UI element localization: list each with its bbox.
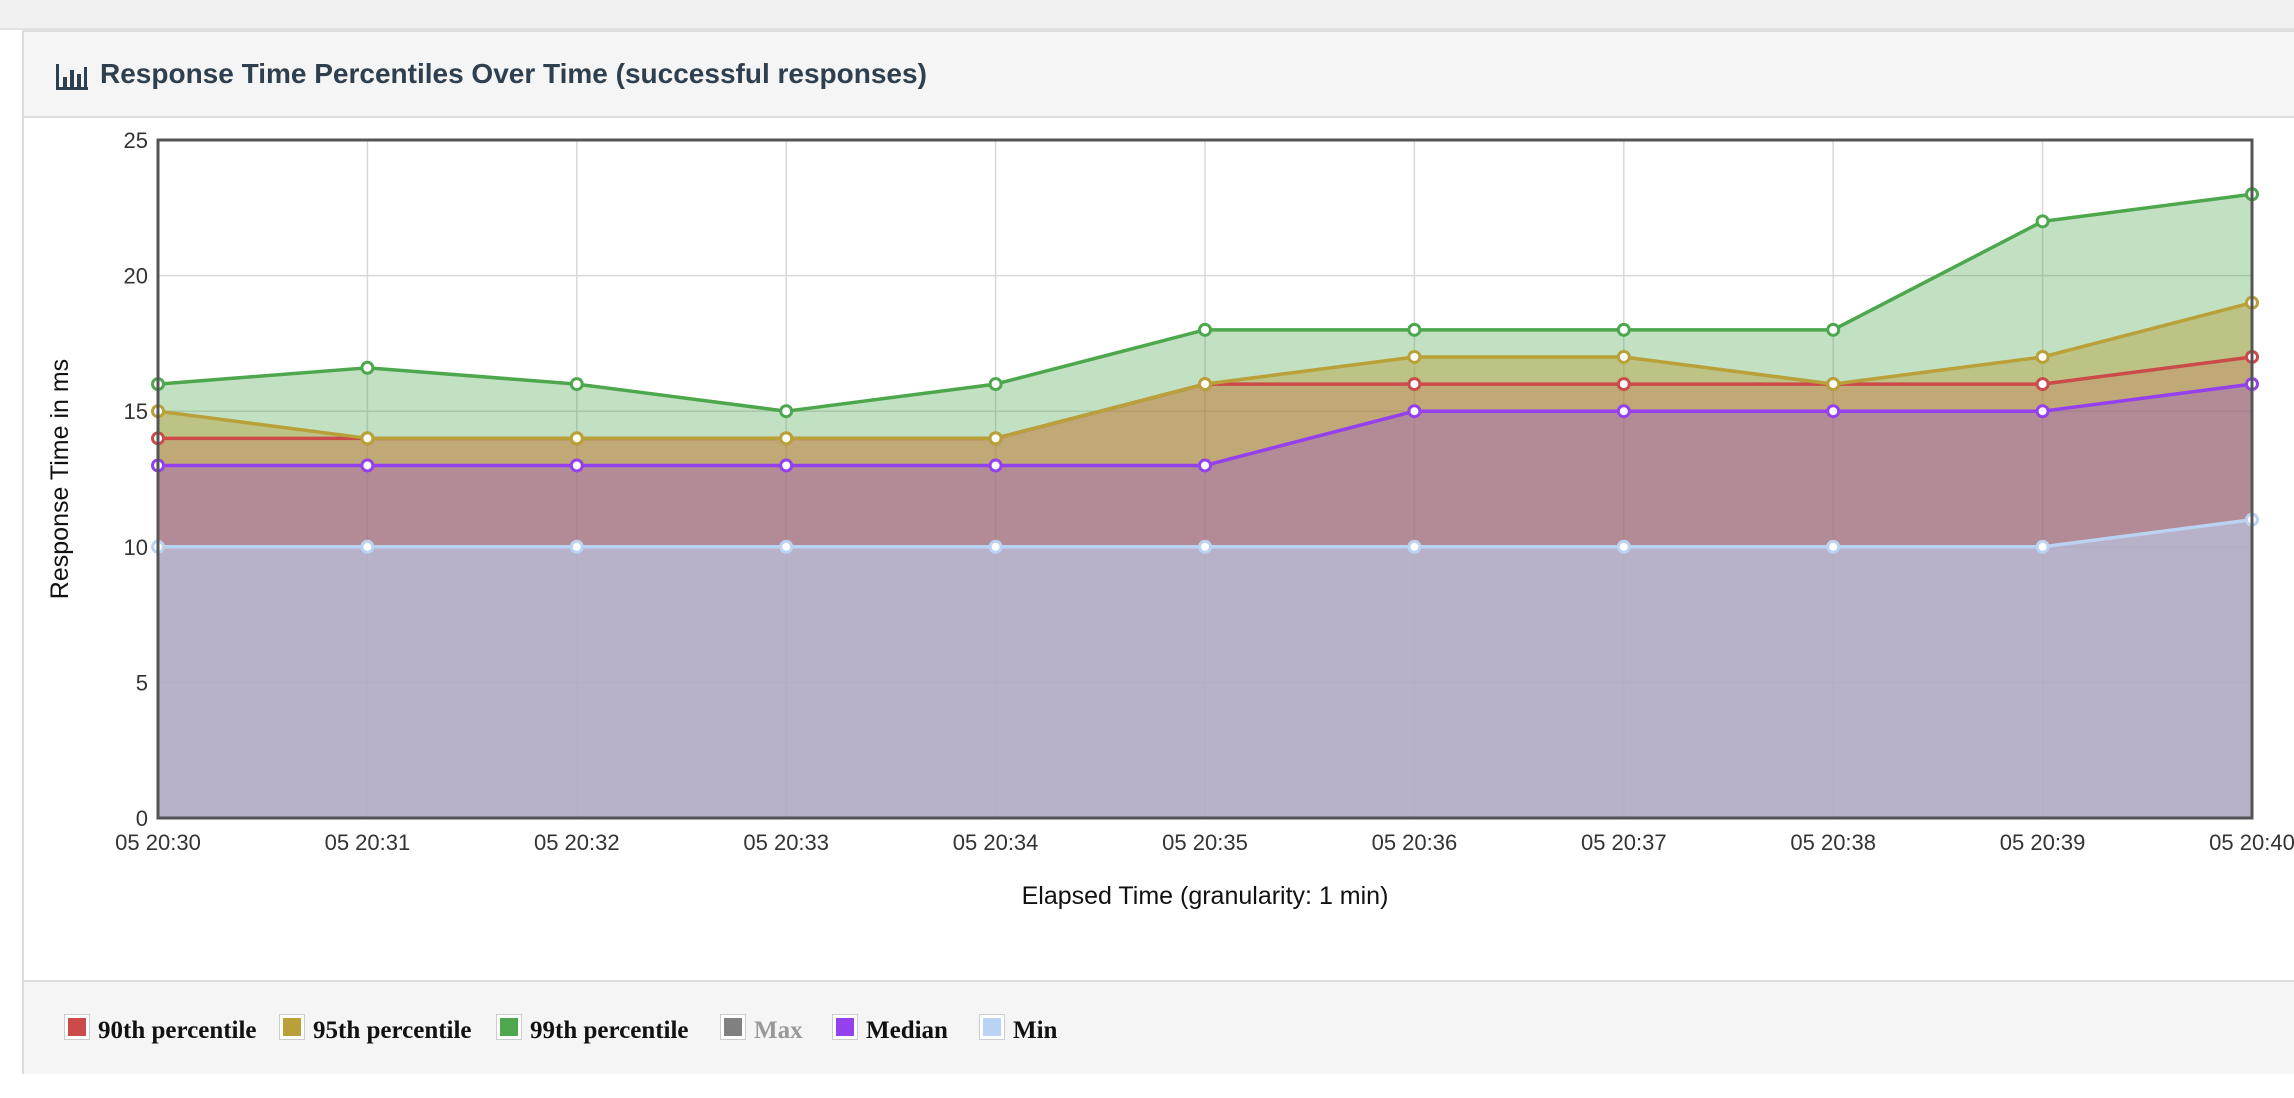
series-point-median-9 xyxy=(2035,404,2050,419)
x-tick-label-10: 05 20:40 xyxy=(2209,830,2294,855)
series-point-95th-percentile-1 xyxy=(360,431,375,446)
series-point-min-8 xyxy=(1826,539,1841,554)
y-tick-label-0: 0 xyxy=(136,806,148,831)
bar-chart-icon xyxy=(56,64,88,90)
legend-swatch-box-90th-percentile xyxy=(64,1014,90,1040)
y-tick-label-2: 10 xyxy=(124,535,148,560)
y-axis-label: Response Time in ms xyxy=(46,359,74,599)
legend-item-95th-percentile[interactable]: 95th percentile xyxy=(279,1014,472,1046)
series-point-95th-percentile-8 xyxy=(1826,377,1841,392)
series-point-min-2 xyxy=(569,539,584,554)
x-tick-label-7: 05 20:37 xyxy=(1581,830,1667,855)
percentiles-chart: 0 5 10 15 20 25 05 20:30 05 20:31 05 20:32 05 20:… xyxy=(46,128,2294,910)
legend-label-95th-percentile: 95th percentile xyxy=(313,1017,472,1044)
series-point-99th-percentile-5 xyxy=(1198,322,1212,337)
x-tick-label-0: 05 20:30 xyxy=(115,830,201,855)
y-tick-label-5: 25 xyxy=(124,128,148,153)
series-point-median-3 xyxy=(779,458,794,473)
legend-swatch-box-95th-percentile xyxy=(279,1014,305,1040)
series-point-min-7 xyxy=(1616,539,1631,554)
series-point-median-4 xyxy=(988,458,1003,473)
legend-item-99th-percentile[interactable]: 99th percentile xyxy=(496,1014,689,1046)
legend-swatch-99th-percentile xyxy=(500,1018,518,1036)
legend-item-min[interactable]: Min xyxy=(979,1014,1058,1046)
y-tick-label-3: 15 xyxy=(124,399,148,424)
series-point-min-1 xyxy=(360,539,375,554)
legend-swatch-90th-percentile xyxy=(68,1018,86,1036)
top-strip xyxy=(0,0,2294,30)
series-point-99th-percentile-4 xyxy=(988,377,1003,392)
legend-item-median[interactable]: Median xyxy=(832,1014,948,1046)
legend-swatch-box-min xyxy=(979,1014,1005,1040)
x-tick-label-4: 05 20:34 xyxy=(953,830,1039,855)
series-point-median-5 xyxy=(1198,458,1212,473)
x-axis-label: Elapsed Time (granularity: 1 min) xyxy=(1022,882,1389,910)
x-tick-label-1: 05 20:31 xyxy=(325,830,411,855)
series-point-min-9 xyxy=(2035,539,2050,554)
legend-swatch-max xyxy=(724,1018,742,1036)
chart-legend: 90th percentile 95th percentile 99th perce… xyxy=(24,980,2294,1074)
series-point-median-8 xyxy=(1826,404,1841,419)
legend-swatch-median xyxy=(836,1018,854,1036)
legend-swatch-min xyxy=(983,1018,1001,1036)
series-point-median-7 xyxy=(1616,404,1631,419)
legend-swatch-box-99th-percentile xyxy=(496,1014,522,1040)
legend-label-median: Median xyxy=(866,1017,948,1044)
panel-heading: Response Time Percentiles Over Time (suc… xyxy=(24,32,2294,118)
series-point-95th-percentile-7 xyxy=(1616,349,1631,364)
x-tick-label-6: 05 20:36 xyxy=(1372,830,1458,855)
legend-swatch-box-max xyxy=(720,1014,746,1040)
panel-title: Response Time Percentiles Over Time (suc… xyxy=(100,58,927,89)
x-tick-label-8: 05 20:38 xyxy=(1790,830,1876,855)
series-point-99th-percentile-3 xyxy=(779,404,794,419)
legend-label-99th-percentile: 99th percentile xyxy=(530,1017,689,1044)
x-tick-label-9: 05 20:39 xyxy=(2000,830,2086,855)
series-point-90th-percentile-9 xyxy=(2035,377,2050,392)
series-point-min-5 xyxy=(1198,539,1212,554)
y-tick-label-1: 5 xyxy=(136,670,148,695)
legend-swatch-95th-percentile xyxy=(283,1018,301,1036)
series-point-95th-percentile-3 xyxy=(779,431,794,446)
chart-area: 0 5 10 15 20 25 05 20:30 05 20:31 05 20:32 05 20:… xyxy=(24,118,2294,980)
series-point-median-6 xyxy=(1407,404,1422,419)
series-point-90th-percentile-7 xyxy=(1616,377,1631,392)
legend-label-min: Min xyxy=(1013,1017,1058,1044)
series-point-min-6 xyxy=(1407,539,1422,554)
series-point-95th-percentile-6 xyxy=(1407,349,1422,364)
series-point-99th-percentile-1 xyxy=(360,360,375,375)
series-point-95th-percentile-4 xyxy=(988,431,1003,446)
legend-item-90th-percentile[interactable]: 90th percentile xyxy=(64,1014,257,1046)
series-point-median-2 xyxy=(569,458,584,473)
series-point-95th-percentile-2 xyxy=(569,431,584,446)
legend-item-max[interactable]: Max xyxy=(720,1014,803,1046)
x-tick-label-2: 05 20:32 xyxy=(534,830,620,855)
x-tick-label-3: 05 20:33 xyxy=(743,830,829,855)
series-point-95th-percentile-9 xyxy=(2035,349,2050,364)
legend-label-90th-percentile: 90th percentile xyxy=(98,1017,257,1044)
chart-panel: Response Time Percentiles Over Time (suc… xyxy=(22,30,2294,1074)
legend-swatch-box-median xyxy=(832,1014,858,1040)
series-point-99th-percentile-9 xyxy=(2035,214,2050,229)
series-point-90th-percentile-6 xyxy=(1407,377,1422,392)
series-point-99th-percentile-7 xyxy=(1616,322,1631,337)
series-point-99th-percentile-2 xyxy=(569,377,584,392)
series-point-95th-percentile-5 xyxy=(1198,377,1212,392)
series-point-99th-percentile-6 xyxy=(1407,322,1422,337)
legend-label-max: Max xyxy=(754,1017,803,1044)
series-point-min-3 xyxy=(779,539,794,554)
series-point-99th-percentile-8 xyxy=(1826,322,1841,337)
series-point-median-1 xyxy=(360,458,375,473)
series-area-min xyxy=(158,519,2252,818)
y-tick-label-4: 20 xyxy=(124,264,148,289)
page: Response Time Percentiles Over Time (suc… xyxy=(0,0,2294,1098)
x-tick-label-5: 05 20:35 xyxy=(1162,830,1248,855)
series-point-min-4 xyxy=(988,539,1003,554)
